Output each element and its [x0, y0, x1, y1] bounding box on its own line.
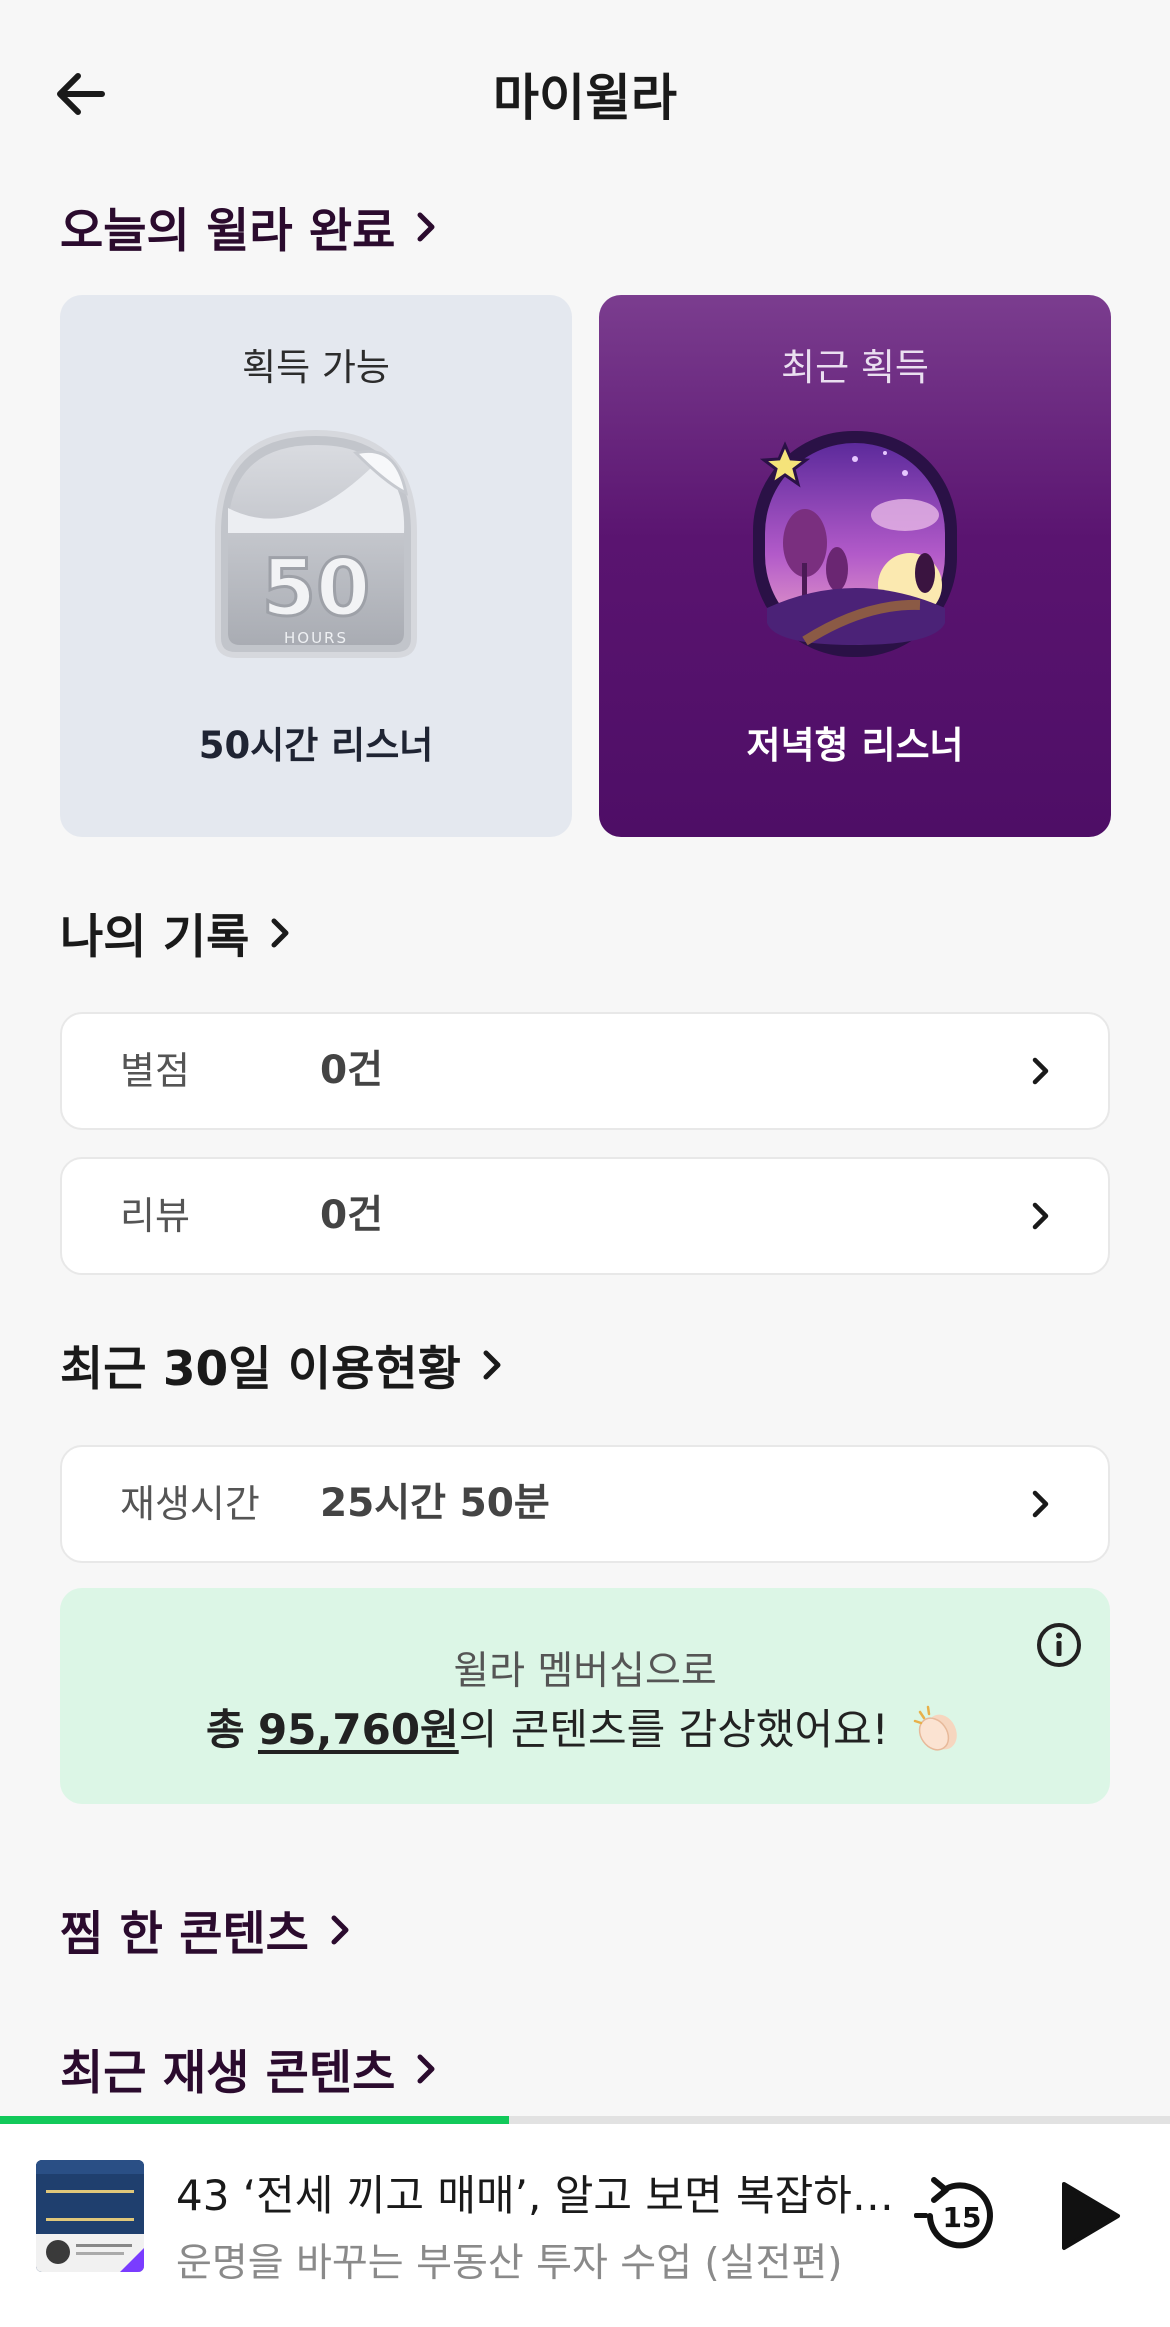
section-records-title: 나의 기록	[60, 910, 250, 965]
playback-progress-fill	[0, 2116, 509, 2124]
rewind-seconds-label: 15	[943, 2201, 982, 2234]
section-wishlist-title: 찜 한 콘텐츠	[60, 1907, 309, 1962]
saving-suffix: 의 콘텐츠를 감상했어요!	[458, 1705, 889, 1754]
review-value: 0건	[320, 1193, 384, 1238]
saving-summary: 총 95,760원의 콘텐츠를 감상했어요!	[60, 1696, 1110, 1757]
chevron-right-icon	[1032, 1490, 1049, 1518]
track-title: 43 ‘전세 끼고 매매’, 알고 보면 복잡하…	[176, 2171, 894, 2220]
chevron-right-icon	[417, 2054, 435, 2083]
badge-emblem-number: 50	[262, 544, 371, 634]
album-cover[interactable]	[36, 2160, 144, 2272]
playtime-value: 25시간 50분	[320, 1481, 550, 1526]
header: 마이윌라	[0, 0, 1170, 180]
chevron-right-icon	[331, 1915, 349, 1944]
badge-available-name: 50시간 리스너	[198, 724, 434, 767]
saving-prefix: 총	[205, 1705, 245, 1754]
playback-progress-bar[interactable]	[0, 2116, 1170, 2124]
section-records-link[interactable]: 나의 기록	[60, 898, 297, 967]
section-today-link[interactable]: 오늘의 윌라 완료	[60, 192, 443, 261]
chevron-right-icon	[1032, 1202, 1049, 1230]
track-subtitle: 운명을 바꾸는 부동산 투자 수업 (실전편)	[176, 2241, 843, 2286]
playtime-row[interactable]: 재생시간 25시간 50분	[60, 1445, 1110, 1563]
clapping-hands-icon	[913, 1705, 957, 1751]
section-recent-play-title: 최근 재생 콘텐츠	[60, 2046, 396, 2101]
section-usage-title: 최근 30일 이용현황	[60, 1342, 461, 1397]
badge-recent-card[interactable]: 최근 획득 저녁형 리스너	[599, 295, 1111, 837]
page-title: 마이윌라	[493, 69, 677, 127]
badge-recent-caption: 최근 획득	[781, 346, 929, 389]
review-row[interactable]: 리뷰 0건	[60, 1157, 1110, 1275]
section-today-title: 오늘의 윌라 완료	[60, 204, 396, 259]
chevron-right-icon	[417, 212, 435, 241]
chevron-right-icon	[271, 918, 289, 947]
play-button[interactable]	[1046, 2174, 1130, 2258]
badge-emblem-unit: HOURS	[284, 629, 348, 647]
badge-available-caption: 획득 가능	[242, 346, 390, 389]
review-label: 리뷰	[120, 1194, 190, 1238]
saving-caption: 윌라 멤버십으로	[453, 1649, 717, 1694]
rating-row[interactable]: 별점 0건	[60, 1012, 1110, 1130]
mini-player[interactable]: 43 ‘전세 끼고 매매’, 알고 보면 복잡하… 운명을 바꾸는 부동산 투자…	[0, 2124, 1170, 2327]
section-usage-link[interactable]: 최근 30일 이용현황	[60, 1330, 509, 1399]
cover-art-icon	[36, 2160, 144, 2272]
hours-badge-icon: 50 HOURS	[215, 429, 417, 658]
playtime-label: 재생시간	[120, 1482, 260, 1526]
badge-available-card[interactable]: 획득 가능 50 HOURS 50시간 리스너	[60, 295, 572, 837]
rating-value: 0건	[320, 1048, 384, 1093]
chevron-right-icon	[483, 1350, 501, 1379]
badge-recent-name: 저녁형 리스너	[746, 724, 964, 767]
rating-label: 별점	[120, 1049, 190, 1093]
evening-badge-icon	[753, 431, 957, 657]
chevron-right-icon	[1032, 1057, 1049, 1085]
membership-saving-card: 윌라 멤버십으로 총 95,760원의 콘텐츠를 감상했어요!	[60, 1588, 1110, 1804]
section-wishlist-link[interactable]: 찜 한 콘텐츠	[60, 1895, 357, 1964]
rewind-15-button[interactable]: 15	[910, 2168, 1006, 2264]
section-recent-play-link[interactable]: 최근 재생 콘텐츠	[60, 2034, 443, 2103]
saving-amount: 95,760원	[257, 1705, 459, 1754]
